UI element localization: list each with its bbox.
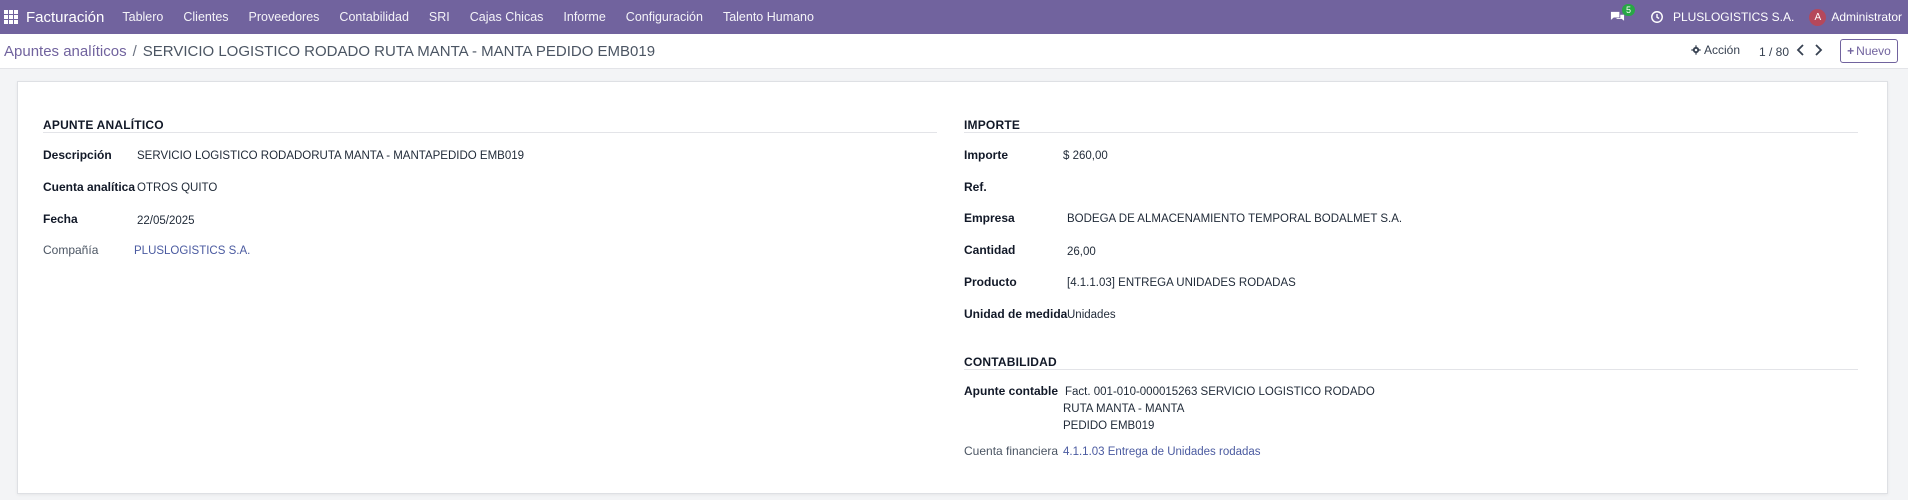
action-label: Acción xyxy=(1704,43,1741,57)
top-navbar: Facturación Tablero Clientes Proveedores… xyxy=(0,0,1908,34)
avatar[interactable]: A xyxy=(1809,8,1827,26)
field-unidad-medida[interactable]: Unidades xyxy=(1067,309,1116,321)
group-title-contabilidad: CONTABILIDAD xyxy=(964,355,1057,369)
field-cuenta-financiera[interactable]: 4.1.1.03 Entrega de Unidades rodadas xyxy=(1063,446,1261,458)
plus-icon: + xyxy=(1847,44,1855,58)
chevron-right-icon[interactable] xyxy=(1812,43,1824,57)
breadcrumb-current: SERVICIO LOGISTICO RODADO RUTA MANTA - M… xyxy=(142,42,656,60)
label-ref: Ref. xyxy=(964,180,987,194)
label-unidad-medida: Unidad de medida xyxy=(964,307,1068,321)
group-divider xyxy=(964,132,1858,133)
new-button-label: Nuevo xyxy=(1856,44,1891,58)
label-cuenta-financiera: Cuenta financiera xyxy=(964,444,1059,458)
menu-contabilidad[interactable]: Contabilidad xyxy=(339,10,409,24)
menu-sri[interactable]: SRI xyxy=(429,10,450,24)
field-descripcion[interactable]: SERVICIO LOGISTICO RODADORUTA MANTA - MA… xyxy=(137,150,524,162)
field-importe[interactable]: $ 260,00 xyxy=(1063,150,1108,162)
user-menu[interactable]: Administrator xyxy=(1831,10,1902,24)
form-sheet: APUNTE ANALÍTICO Descripción SERVICIO LO… xyxy=(17,81,1888,494)
group-divider xyxy=(964,369,1858,370)
menu-clientes[interactable]: Clientes xyxy=(183,10,228,24)
company-switcher[interactable]: PLUSLOGISTICS S.A. xyxy=(1673,10,1794,24)
label-descripcion: Descripción xyxy=(43,148,112,162)
app-name[interactable]: Facturación xyxy=(26,9,104,26)
menu-informe[interactable]: Informe xyxy=(563,10,605,24)
label-fecha: Fecha xyxy=(43,212,78,226)
group-title-importe: IMPORTE xyxy=(964,118,1021,132)
field-empresa[interactable]: BODEGA DE ALMACENAMIENTO TEMPORAL BODALM… xyxy=(1067,213,1402,225)
breadcrumb-parent[interactable]: Apuntes analíticos xyxy=(4,43,127,60)
breadcrumb: Apuntes analíticos / SERVICIO LOGISTICO … xyxy=(4,43,655,60)
label-cantidad: Cantidad xyxy=(964,243,1016,257)
breadcrumb-separator: / xyxy=(132,42,137,60)
label-importe: Importe xyxy=(964,148,1009,162)
field-compania[interactable]: PLUSLOGISTICS S.A. xyxy=(134,245,250,257)
field-apunte-contable[interactable]: Fact. 001-010-000015263 SERVICIO LOGISTI… xyxy=(1063,384,1375,435)
menu-talento-humano[interactable]: Talento Humano xyxy=(723,10,814,24)
apunte-contable-line-2: RUTA MANTA - MANTA xyxy=(1063,403,1185,415)
apunte-contable-line-3: PEDIDO EMB019 xyxy=(1063,420,1155,432)
apps-grid-icon[interactable] xyxy=(4,10,18,24)
chat-count-badge: 5 xyxy=(1621,4,1635,16)
menu-configuracion[interactable]: Configuración xyxy=(626,10,703,24)
field-cantidad[interactable]: 26,00 xyxy=(1067,246,1096,258)
menu-tablero[interactable]: Tablero xyxy=(122,10,163,24)
chevron-left-icon[interactable] xyxy=(1795,43,1807,57)
chat-icon[interactable]: 5 xyxy=(1610,4,1635,26)
menu-cajas-chicas[interactable]: Cajas Chicas xyxy=(470,10,544,24)
group-divider xyxy=(43,132,937,133)
label-cuenta-analitica: Cuenta analítica xyxy=(43,180,136,194)
label-empresa: Empresa xyxy=(964,211,1015,225)
label-compania: Compañía xyxy=(43,243,99,257)
apunte-contable-line-1: Fact. 001-010-000015263 SERVICIO LOGISTI… xyxy=(1065,386,1375,398)
group-title-apunte-analitico: APUNTE ANALÍTICO xyxy=(43,118,164,132)
control-panel: Apuntes analíticos / SERVICIO LOGISTICO … xyxy=(0,34,1908,69)
pager-value[interactable]: 1 / 80 xyxy=(1759,45,1789,59)
action-menu-button[interactable]: Acción xyxy=(1691,43,1740,57)
field-fecha[interactable]: 22/05/2025 xyxy=(137,215,195,227)
label-apunte-contable: Apunte contable xyxy=(964,384,1059,398)
field-cuenta-analitica[interactable]: OTROS QUITO xyxy=(137,182,217,194)
label-producto: Producto xyxy=(964,275,1017,289)
clock-icon[interactable] xyxy=(1650,10,1664,24)
new-record-button[interactable]: + Nuevo xyxy=(1840,39,1898,63)
gear-icon xyxy=(1691,45,1701,55)
menu-proveedores[interactable]: Proveedores xyxy=(249,10,320,24)
field-producto[interactable]: [4.1.1.03] ENTREGA UNIDADES RODADAS xyxy=(1067,277,1296,289)
